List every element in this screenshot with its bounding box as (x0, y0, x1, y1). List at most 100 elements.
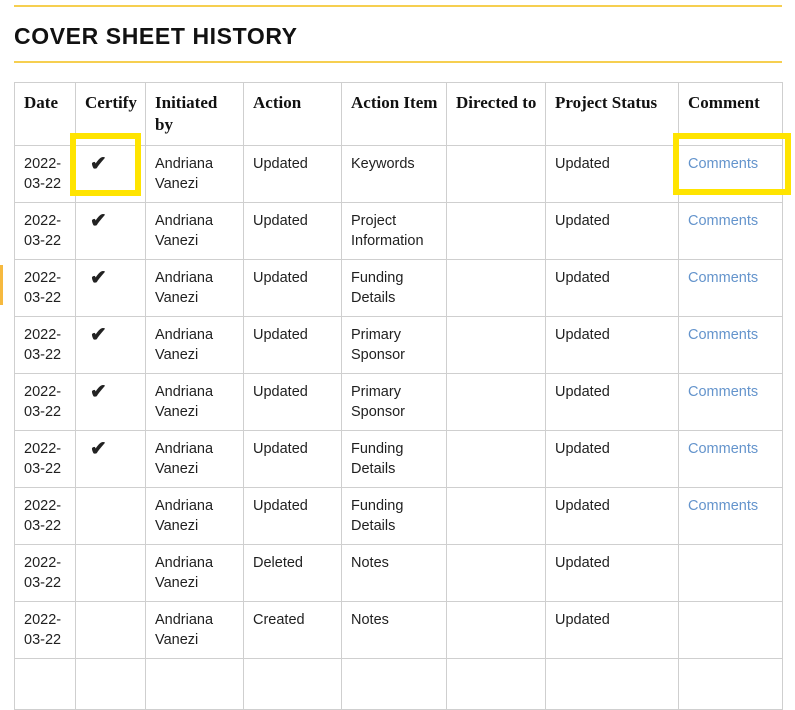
cell-project-status: Updated (545, 430, 679, 488)
check-icon: ✔ (90, 438, 107, 460)
table-header-row: Date Certify Initiated by Action Action … (14, 82, 783, 146)
table-row: 2022-03-22 Andriana Vanezi Deleted Notes Upd… (14, 544, 783, 602)
cell-date: 2022-03-22 (14, 487, 76, 545)
cell-directed-to (446, 259, 546, 317)
cell-comment: Comments (678, 430, 783, 488)
cell-certify (75, 487, 146, 545)
cell-action: Created (243, 601, 342, 659)
cell-initiated-by: Andriana Vanezi (145, 202, 244, 260)
cell-directed-to (446, 487, 546, 545)
cell-certify (75, 544, 146, 602)
comments-link[interactable]: Comments (688, 156, 758, 172)
check-icon: ✔ (90, 210, 107, 232)
cell-certify (75, 601, 146, 659)
cell-comment: Comments (678, 259, 783, 317)
cell-certify: ✔ (75, 259, 146, 317)
cell-initiated-by: Andriana Vanezi (145, 316, 244, 374)
cell-date: 2022-03-22 (14, 259, 76, 317)
cell-directed-to (446, 544, 546, 602)
cell-comment (678, 601, 783, 659)
cell-date: 2022-03-22 (14, 316, 76, 374)
column-header-directed-to: Directed to (446, 82, 546, 146)
cell-comment: Comments (678, 373, 783, 431)
cell-action-item: Funding Details (341, 430, 447, 488)
cell-directed-to (446, 202, 546, 260)
cell-certify: ✔ (75, 145, 146, 203)
cell-date: 2022-03-22 (14, 373, 76, 431)
cell-initiated-by: Andriana Vanezi (145, 601, 244, 659)
cell-action-item: Primary Sponsor (341, 373, 447, 431)
column-header-comment: Comment (678, 82, 783, 146)
column-header-action: Action (243, 82, 342, 146)
table-row: 2022-03-22 ✔ Andriana Vanezi Updated Project… (14, 202, 783, 260)
cell-action: Updated (243, 430, 342, 488)
cell-project-status (545, 658, 679, 710)
check-icon: ✔ (90, 267, 107, 289)
cell-certify: ✔ (75, 430, 146, 488)
cell-action-item: Primary Sponsor (341, 316, 447, 374)
cell-comment: Comments (678, 202, 783, 260)
cell-comment: Comments (678, 316, 783, 374)
cell-action (243, 658, 342, 710)
cell-project-status: Updated (545, 544, 679, 602)
comments-link[interactable]: Comments (688, 384, 758, 400)
cell-action-item: Project Information (341, 202, 447, 260)
table-row: 2022-03-22 ✔ Andriana Vanezi Updated Primary… (14, 373, 783, 431)
cell-action-item: Keywords (341, 145, 447, 203)
comments-link[interactable]: Comments (688, 498, 758, 514)
comments-link[interactable]: Comments (688, 441, 758, 457)
cover-sheet-history-table: Date Certify Initiated by Action Action … (14, 82, 783, 710)
cell-project-status: Updated (545, 145, 679, 203)
table-row: 2022-03-22 Andriana Vanezi Created Notes Upd… (14, 601, 783, 659)
cell-action-item (341, 658, 447, 710)
cell-certify: ✔ (75, 316, 146, 374)
cell-action: Updated (243, 316, 342, 374)
cell-directed-to (446, 316, 546, 374)
cell-action-item: Funding Details (341, 487, 447, 545)
cell-action: Updated (243, 202, 342, 260)
column-header-initiated-by: Initiated by (145, 82, 244, 146)
cell-project-status: Updated (545, 316, 679, 374)
cell-project-status: Updated (545, 259, 679, 317)
cell-date: 2022-03-22 (14, 145, 76, 203)
cell-certify: ✔ (75, 373, 146, 431)
cell-certify: ✔ (75, 202, 146, 260)
cell-date: 2022-03-22 (14, 544, 76, 602)
cell-project-status: Updated (545, 601, 679, 659)
cover-sheet-history-table-container: Date Certify Initiated by Action Action … (14, 82, 783, 710)
cell-action: Updated (243, 259, 342, 317)
check-icon: ✔ (90, 381, 107, 403)
cell-initiated-by: Andriana Vanezi (145, 373, 244, 431)
cell-certify (75, 658, 146, 710)
cell-comment (678, 544, 783, 602)
cell-action: Updated (243, 373, 342, 431)
cell-date: 2022-03-22 (14, 430, 76, 488)
cell-project-status: Updated (545, 373, 679, 431)
table-row: 2022-03-22 ✔ Andriana Vanezi Updated Primary… (14, 316, 783, 374)
cell-directed-to (446, 373, 546, 431)
cell-date (14, 658, 76, 710)
cell-initiated-by: Andriana Vanezi (145, 259, 244, 317)
comments-link[interactable]: Comments (688, 327, 758, 343)
column-header-certify: Certify (75, 82, 146, 146)
cell-directed-to (446, 145, 546, 203)
cell-action-item: Notes (341, 544, 447, 602)
title-gold-divider (14, 61, 782, 63)
top-gold-divider (14, 5, 782, 7)
table-row: 2022-03-22 Andriana Vanezi Updated Funding … (14, 487, 783, 545)
comments-link[interactable]: Comments (688, 213, 758, 229)
cell-initiated-by: Andriana Vanezi (145, 430, 244, 488)
table-row (14, 658, 783, 710)
cell-action-item: Notes (341, 601, 447, 659)
cell-comment: Comments (678, 145, 783, 203)
comments-link[interactable]: Comments (688, 270, 758, 286)
cell-date: 2022-03-22 (14, 202, 76, 260)
table-row: 2022-03-22 ✔ Andriana Vanezi Updated Funding… (14, 430, 783, 488)
cell-directed-to (446, 601, 546, 659)
cell-initiated-by: Andriana Vanezi (145, 544, 244, 602)
cell-comment (678, 658, 783, 710)
cell-initiated-by (145, 658, 244, 710)
cell-initiated-by: Andriana Vanezi (145, 487, 244, 545)
cell-project-status: Updated (545, 202, 679, 260)
table-row: 2022-03-22 ✔ Andriana Vanezi Updated Funding… (14, 259, 783, 317)
